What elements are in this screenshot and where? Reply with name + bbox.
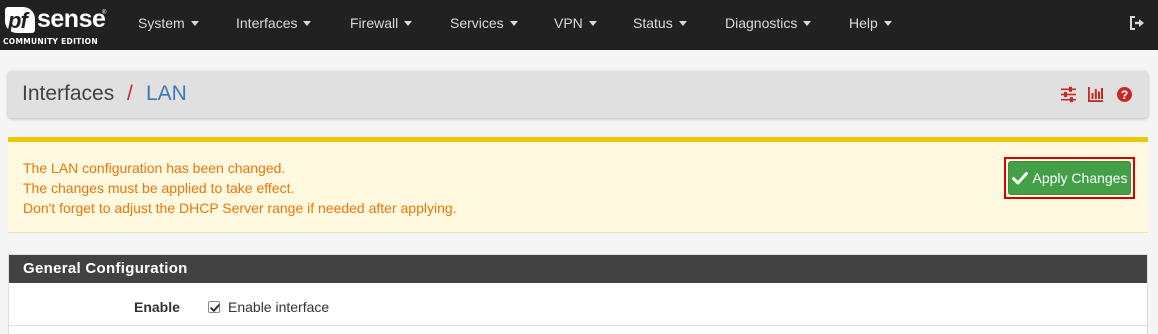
nav-services[interactable]: Services (450, 0, 518, 50)
apply-changes-button[interactable]: Apply Changes (1008, 161, 1131, 195)
alert-line: The changes must be applied to take effe… (23, 180, 295, 196)
logo-wordmark: sense (37, 5, 106, 33)
top-navbar: pf sense ® COMMUNITY EDITION System Inte… (0, 0, 1158, 50)
breadcrumb-separator: / (127, 82, 133, 105)
enable-label: Enable (134, 299, 180, 315)
nav-status[interactable]: Status (633, 0, 687, 50)
caret-down-icon (509, 20, 518, 26)
apply-highlight: Apply Changes (1004, 157, 1135, 199)
pfsense-logo[interactable]: pf sense ® COMMUNITY EDITION (0, 0, 112, 50)
caret-down-icon (303, 20, 312, 26)
caret-down-icon (190, 20, 199, 26)
caret-down-icon (404, 20, 413, 26)
nav-system[interactable]: System (138, 0, 199, 50)
alert-line: The LAN configuration has been changed. (23, 160, 286, 176)
logo-pf-badge: pf (5, 7, 35, 33)
caret-down-icon (678, 20, 687, 26)
enable-interface-label[interactable]: Enable interface (228, 299, 329, 315)
sign-out-icon[interactable] (1129, 15, 1145, 31)
nav-diagnostics[interactable]: Diagnostics (725, 0, 812, 50)
nav-help[interactable]: Help (849, 0, 892, 50)
breadcrumb-parent[interactable]: Interfaces (22, 82, 114, 106)
bar-chart-icon[interactable] (1087, 86, 1104, 103)
svg-text:?: ? (1121, 88, 1128, 102)
logo-trademark: ® (102, 10, 107, 16)
check-icon (1011, 172, 1028, 185)
nav-interfaces[interactable]: Interfaces (236, 0, 312, 50)
general-config-panel: General Configuration Enable Enable inte… (8, 254, 1148, 334)
logo-edition: COMMUNITY EDITION (3, 37, 98, 46)
panel-title: General Configuration (23, 260, 188, 277)
help-circle-icon[interactable]: ? (1116, 86, 1133, 103)
page-header: Interfaces / LAN ? (8, 71, 1148, 118)
alert-line: Don't forget to adjust the DHCP Server r… (23, 200, 457, 216)
breadcrumb-current[interactable]: LAN (146, 82, 187, 106)
caret-down-icon (883, 20, 892, 26)
nav-firewall[interactable]: Firewall (350, 0, 413, 50)
sliders-icon[interactable] (1060, 86, 1077, 103)
caret-down-icon (588, 20, 597, 26)
panel-heading: General Configuration (9, 255, 1147, 283)
enable-interface-checkbox[interactable] (208, 301, 220, 313)
row-divider (9, 325, 1147, 326)
nav-vpn[interactable]: VPN (554, 0, 597, 50)
caret-down-icon (803, 20, 812, 26)
changes-alert: The LAN configuration has been changed. … (8, 137, 1148, 233)
